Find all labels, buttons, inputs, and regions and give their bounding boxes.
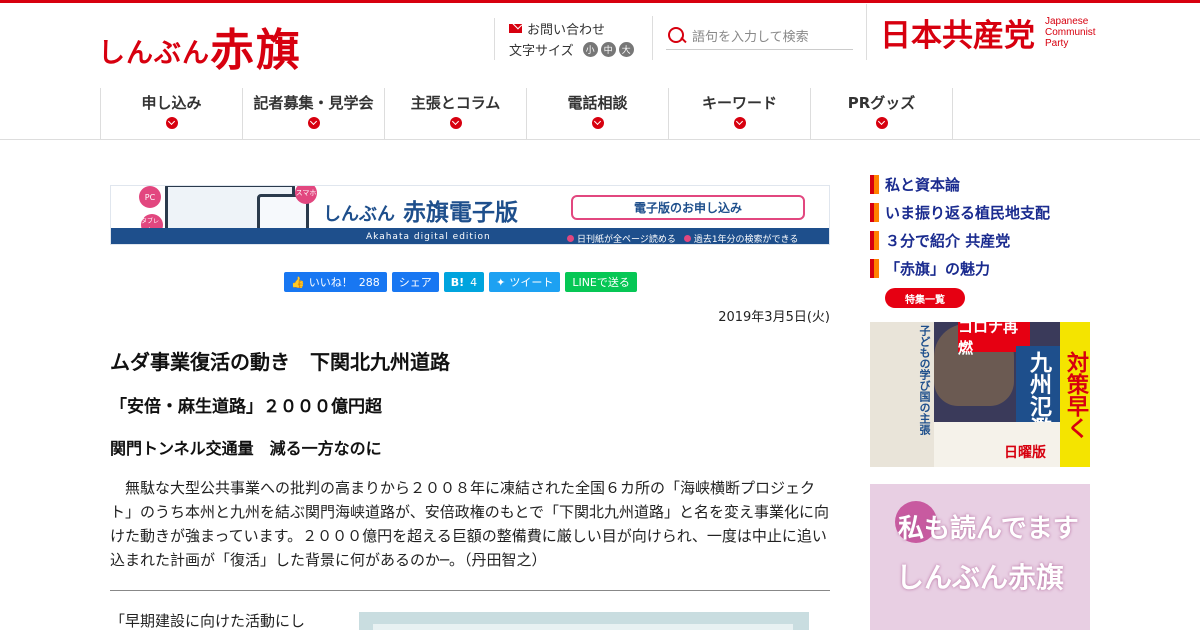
nav-item-phone-consult[interactable]: 電話相談 bbox=[527, 88, 669, 139]
sidebar-item-akahata-appeal[interactable]: 「赤旗」の魅力 bbox=[870, 254, 1100, 282]
sidebar-link-label: ３分で紹介 共産党 bbox=[885, 231, 1011, 250]
contact-link[interactable]: お問い合わせ bbox=[509, 18, 652, 38]
article-title: ムダ事業復活の動き 下関北九州道路 bbox=[110, 350, 450, 374]
ad2-line-2: しんぶん赤旗 bbox=[896, 561, 1065, 594]
like-count: 288 bbox=[358, 275, 380, 289]
banner-notes: 日刊紙が全ページ読める 過去1年分の検索ができる bbox=[559, 232, 799, 245]
article-photo bbox=[359, 612, 809, 630]
article-date: 2019年3月5日(火) bbox=[718, 310, 830, 325]
nav-item-columns[interactable]: 主張とコラム bbox=[385, 88, 527, 139]
chevron-down-icon bbox=[307, 117, 320, 129]
sidebar-item-capital[interactable]: 私と資本論 bbox=[870, 170, 1100, 198]
search-icon[interactable] bbox=[666, 26, 686, 46]
search-placeholder: 語句を入力して検索 bbox=[692, 30, 809, 45]
party-english-name: Japanese Communist Party bbox=[1045, 16, 1096, 49]
line-share-button[interactable]: LINEで送る bbox=[565, 272, 637, 292]
facebook-share-button[interactable]: シェア bbox=[391, 272, 439, 292]
search-area: 語句を入力して検索 bbox=[652, 16, 866, 60]
bullet-icon bbox=[683, 235, 691, 242]
search-input[interactable]: 語句を入力して検索 bbox=[666, 22, 853, 50]
article-heading: 関門トンネル交通量 減る一方なのに bbox=[110, 439, 382, 458]
font-size-control: 文字サイズ 小 中 大 bbox=[509, 38, 652, 60]
chevron-down-icon bbox=[165, 117, 178, 129]
ad-right-headline: 対策早く bbox=[1060, 322, 1090, 467]
sidebar-link-label: いま振り返る植民地支配 bbox=[885, 203, 1051, 222]
line-label: LINEで送る bbox=[572, 276, 630, 289]
nav-label: 電話相談 bbox=[567, 94, 628, 112]
tweet-button[interactable]: ✦ ツイート bbox=[489, 272, 561, 292]
party-name: 日本共産党 bbox=[880, 17, 1035, 54]
nav-label: キーワード bbox=[701, 94, 777, 112]
top-accent-line bbox=[0, 0, 1200, 3]
link-marker-icon bbox=[870, 258, 879, 278]
share-buttons: 👍 いいね！ 288 シェア B! 4 ✦ ツイート LINEで送る bbox=[284, 272, 637, 292]
sunday-edition-ad[interactable]: 子どもの学び国の主張 コロナ再燃 九州氾濫 対策早く 日曜版 bbox=[870, 322, 1090, 467]
logo-small-text: しんぶん bbox=[98, 38, 210, 69]
nav-item-keywords[interactable]: キーワード bbox=[669, 88, 811, 139]
nav-label: 記者募集・見学会 bbox=[253, 94, 374, 112]
contact-label: お問い合わせ bbox=[527, 22, 606, 38]
nav-label: 主張とコラム bbox=[410, 94, 501, 112]
digital-apply-button[interactable]: 電子版のお申し込み bbox=[571, 195, 805, 220]
chevron-down-icon bbox=[875, 117, 888, 129]
twitter-bird-icon: ✦ bbox=[496, 275, 506, 289]
utility-links: お問い合わせ 文字サイズ 小 中 大 bbox=[494, 18, 652, 60]
nav-item-pr-goods[interactable]: PRグッズ bbox=[811, 88, 953, 139]
sidebar-feature-links: 私と資本論 いま振り返る植民地支配 ３分で紹介 共産党 「赤旗」の魅力 特集一覧 bbox=[870, 170, 1100, 308]
banner-title-big: 赤旗電子版 bbox=[403, 200, 519, 226]
nav-item-apply[interactable]: 申し込み bbox=[101, 88, 243, 139]
hatena-bookmark-button[interactable]: B! 4 bbox=[443, 272, 485, 292]
font-size-small-button[interactable]: 小 bbox=[582, 41, 598, 57]
ad2-line-1: 私も読んでます bbox=[898, 514, 1079, 544]
article-divider bbox=[110, 590, 830, 591]
sidebar-link-label: 「赤旗」の魅力 bbox=[885, 259, 991, 278]
like-label: いいね！ bbox=[308, 276, 353, 289]
sidebar-link-label: 私と資本論 bbox=[885, 175, 961, 194]
phone-badge: スマホ bbox=[295, 186, 317, 204]
mail-icon bbox=[509, 23, 522, 33]
font-size-large-button[interactable]: 大 bbox=[618, 41, 634, 57]
banner-note-1: 日刊紙が全ページ読める bbox=[577, 235, 676, 245]
banner-note-2: 過去1年分の検索ができる bbox=[693, 235, 799, 245]
nav-divider bbox=[0, 139, 1200, 140]
banner-title: しんぶん 赤旗電子版 bbox=[323, 193, 518, 227]
banner-title-small: しんぶん bbox=[323, 204, 395, 225]
link-marker-icon bbox=[870, 230, 879, 250]
nav-label: 申し込み bbox=[141, 94, 202, 112]
article-body-start: 「早期建設に向けた活動にし bbox=[110, 612, 306, 630]
party-logo[interactable]: 日本共産党 Japanese Communist Party bbox=[866, 4, 1106, 60]
bullet-icon bbox=[567, 235, 574, 242]
pc-badge: PC bbox=[139, 186, 161, 208]
site-logo[interactable]: しんぶん赤旗 bbox=[98, 14, 302, 78]
digital-edition-banner[interactable]: PC タブレット スマホ しんぶん 赤旗電子版 電子版のお申し込み Akahat… bbox=[110, 185, 830, 245]
article-subtitle: 「安倍・麻生道路」２０００億円超 bbox=[110, 397, 382, 417]
thumbs-up-icon: 👍 bbox=[291, 275, 305, 289]
article-lead: 無駄な大型公共事業への批判の高まりから２００８年に凍結された全国６カ所の「海峡横… bbox=[110, 479, 829, 569]
chevron-down-icon bbox=[733, 117, 746, 129]
banner-subtitle: Akahata digital edition bbox=[366, 232, 491, 242]
main-nav: 申し込み 記者募集・見学会 主張とコラム 電話相談 キーワード PRグッズ bbox=[100, 88, 953, 139]
tweet-label: ツイート bbox=[509, 276, 554, 289]
font-size-medium-button[interactable]: 中 bbox=[600, 41, 616, 57]
logo-big-text: 赤旗 bbox=[210, 25, 302, 76]
sidebar-item-party-intro[interactable]: ３分で紹介 共産党 bbox=[870, 226, 1100, 254]
chevron-down-icon bbox=[449, 117, 462, 129]
party-en-line-1: Japanese bbox=[1045, 15, 1089, 27]
feature-list-button[interactable]: 特集一覧 bbox=[885, 288, 965, 308]
link-marker-icon bbox=[870, 202, 879, 222]
sidebar-item-colonial[interactable]: いま振り返る植民地支配 bbox=[870, 198, 1100, 226]
link-marker-icon bbox=[870, 174, 879, 194]
party-en-line-2: Communist bbox=[1045, 26, 1096, 38]
ad-left-text: 子どもの学び国の主張 bbox=[870, 322, 934, 467]
ad-sunday-label: 日曜版 bbox=[1004, 445, 1046, 461]
font-size-label: 文字サイズ bbox=[509, 43, 574, 59]
reader-campaign-ad[interactable]: 私も読んでます しんぶん赤旗 bbox=[870, 484, 1090, 630]
party-en-line-3: Party bbox=[1045, 37, 1069, 49]
hatena-label: B! bbox=[450, 275, 465, 289]
chevron-down-icon bbox=[591, 117, 604, 129]
hatena-count: 4 bbox=[470, 275, 478, 289]
facebook-like-button[interactable]: 👍 いいね！ 288 bbox=[284, 272, 387, 292]
nav-label: PRグッズ bbox=[847, 94, 916, 112]
nav-item-recruit[interactable]: 記者募集・見学会 bbox=[243, 88, 385, 139]
